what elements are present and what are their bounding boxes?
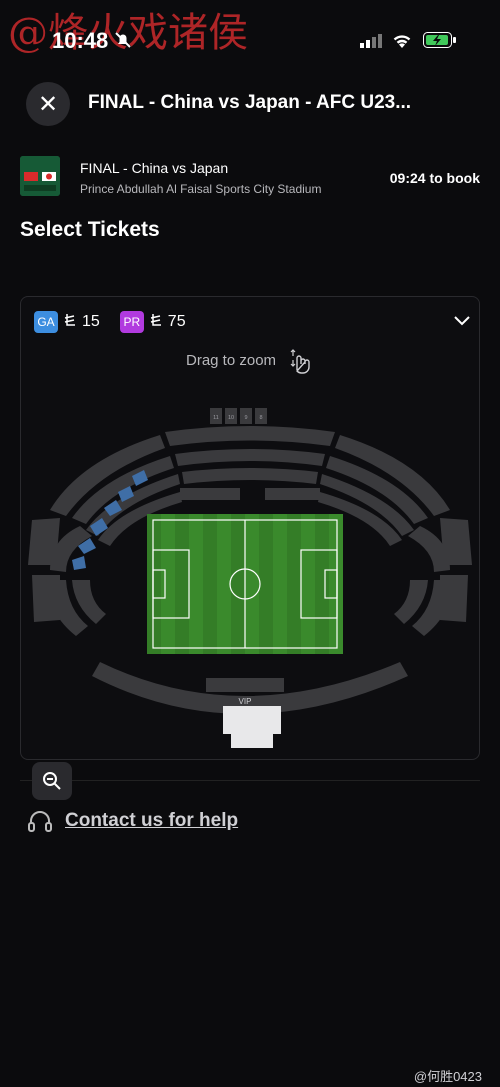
divider xyxy=(20,780,480,781)
legend-badge-ga[interactable]: GA xyxy=(34,311,58,333)
stadium-map[interactable]: 11 10 9 8 VIP xyxy=(20,400,480,755)
top-section-label: 8 xyxy=(259,415,262,421)
signal-icon xyxy=(360,34,382,53)
legend-badge-pr[interactable]: PR xyxy=(119,311,144,333)
map-hint: Drag to zoom xyxy=(186,352,277,369)
vip-label: VIP xyxy=(239,697,252,706)
vip-box xyxy=(223,706,281,748)
section-title: Select Tickets xyxy=(20,218,160,241)
zoom-out-icon xyxy=(43,772,61,790)
wifi-icon xyxy=(391,32,413,53)
booking-countdown: 09:24 to book xyxy=(389,170,480,186)
currency-icon xyxy=(64,313,76,332)
contact-help-link[interactable]: Contact us for help xyxy=(65,810,238,832)
top-section-block[interactable]: 11 10 9 8 xyxy=(210,408,267,424)
top-section-label: 11 xyxy=(213,415,219,421)
event-name: FINAL - China vs Japan xyxy=(80,160,229,176)
page-title: FINAL - China vs Japan - AFC U23... xyxy=(88,92,412,113)
chevron-down-icon[interactable] xyxy=(454,310,470,331)
event-venue: Prince Abdullah Al Faisal Sports City St… xyxy=(80,182,322,196)
status-time: 10:48 xyxy=(52,28,109,53)
legend-price-ga: 15 xyxy=(82,313,100,330)
top-section-label: 9 xyxy=(244,415,247,421)
top-section-label: 10 xyxy=(228,415,234,421)
football-pitch xyxy=(147,514,343,654)
zoom-out-button[interactable] xyxy=(32,762,72,800)
currency-icon xyxy=(150,313,162,332)
event-thumbnail xyxy=(20,156,60,196)
legend-price-pr: 75 xyxy=(167,313,186,330)
weibo-watermark: @何胜0423 xyxy=(413,1069,482,1084)
hand-drag-icon xyxy=(288,348,314,379)
close-icon: ✕ xyxy=(37,90,59,118)
close-button[interactable]: ✕ xyxy=(26,82,70,126)
battery-icon xyxy=(423,32,457,53)
headset-icon xyxy=(26,808,54,841)
price-legend: GA 15 PR 75 xyxy=(34,311,200,333)
bell-muted-icon xyxy=(114,31,132,54)
